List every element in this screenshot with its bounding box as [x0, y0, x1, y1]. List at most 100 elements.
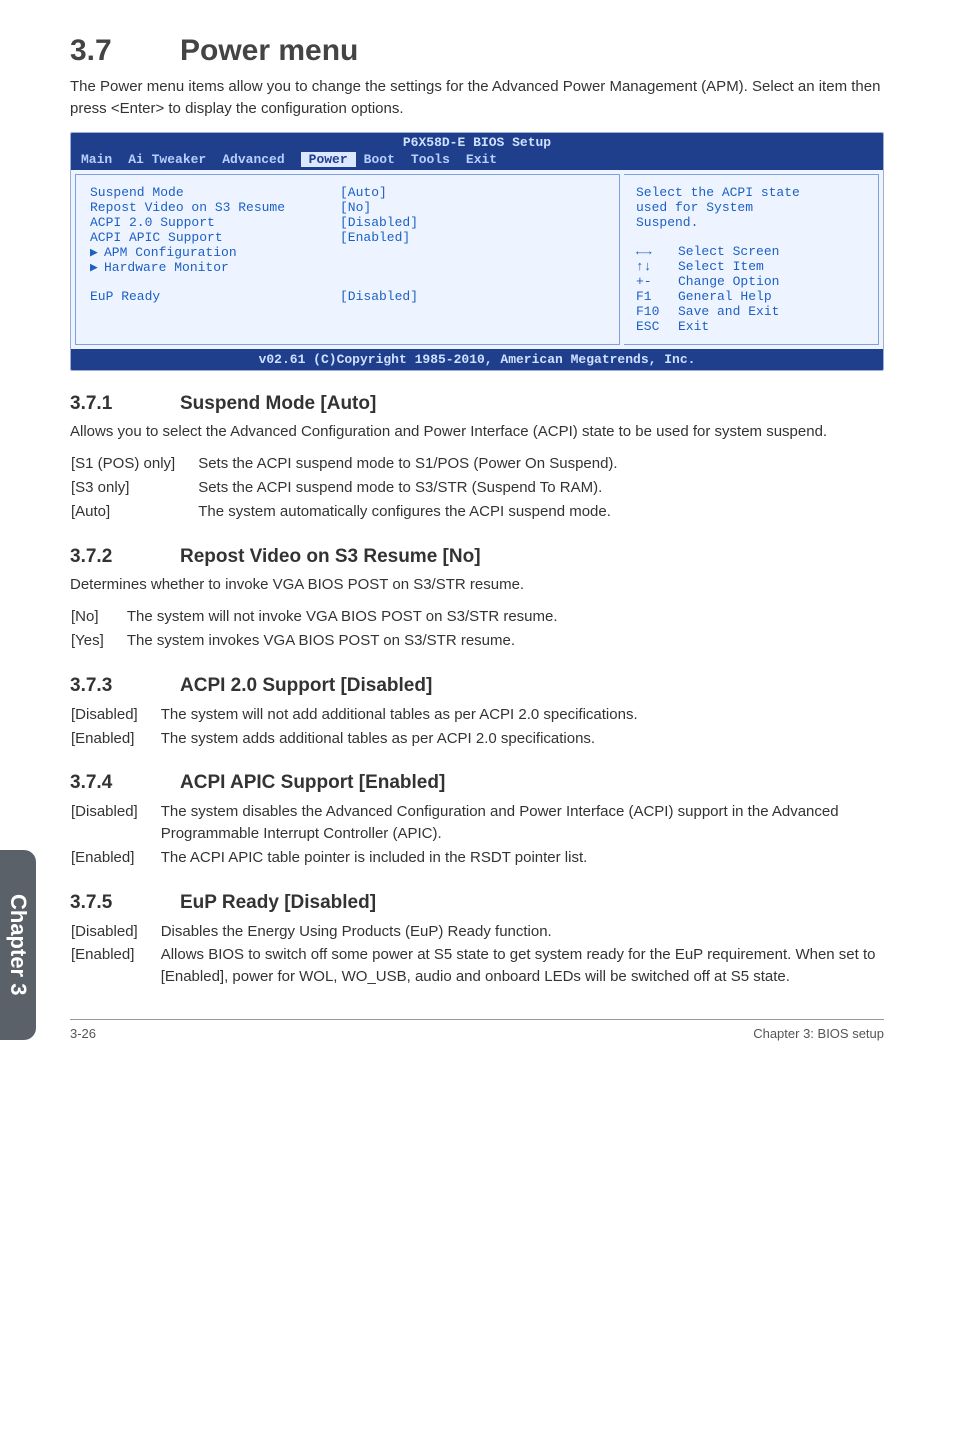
option-row: [No]The system will not invoke VGA BIOS …: [70, 605, 559, 629]
page-number: 3-26: [70, 1026, 96, 1041]
option-text: The system disables the Advanced Configu…: [160, 800, 884, 846]
triangle-right-icon: ▶: [90, 245, 104, 260]
key-symbol: F1: [636, 289, 678, 304]
bios-help-line: Suspend.: [636, 215, 866, 230]
bios-tab-exit[interactable]: Exit: [466, 152, 513, 167]
subsection-title: ACPI 2.0 Support [Disabled]: [180, 675, 432, 697]
subsection-title: Suspend Mode [Auto]: [180, 393, 376, 415]
bios-tab-power[interactable]: Power: [301, 152, 356, 167]
subsection-heading: 3.7.1 Suspend Mode [Auto]: [70, 393, 884, 415]
option-row: [S3 only]Sets the ACPI suspend mode to S…: [70, 476, 619, 500]
bios-tab-boot[interactable]: Boot: [364, 152, 411, 167]
options-table: [No]The system will not invoke VGA BIOS …: [70, 605, 559, 653]
bios-item-value: [Disabled]: [340, 289, 418, 304]
page-footer-title: Chapter 3: BIOS setup: [753, 1026, 884, 1041]
option-text: The system invokes VGA BIOS POST on S3/S…: [126, 629, 559, 653]
option-key: [S3 only]: [70, 476, 197, 500]
bios-item-acpi20[interactable]: ACPI 2.0 Support [Disabled]: [90, 215, 605, 230]
page-footer: 3-26 Chapter 3: BIOS setup: [70, 1019, 884, 1041]
subsection-heading: 3.7.4 ACPI APIC Support [Enabled]: [70, 772, 884, 794]
key-symbol: F10: [636, 304, 678, 319]
option-row: [Enabled]The ACPI APIC table pointer is …: [70, 846, 884, 870]
option-key: [Disabled]: [70, 703, 160, 727]
option-key: [Yes]: [70, 629, 126, 653]
subsection-title: ACPI APIC Support [Enabled]: [180, 772, 445, 794]
section-title: Power menu: [180, 34, 358, 68]
key-symbol: ESC: [636, 319, 678, 334]
option-text: Allows BIOS to switch off some power at …: [160, 943, 884, 989]
option-row: [Yes]The system invokes VGA BIOS POST on…: [70, 629, 559, 653]
bios-tab-ai[interactable]: Ai Tweaker: [128, 152, 222, 167]
bios-item-repost[interactable]: Repost Video on S3 Resume [No]: [90, 200, 605, 215]
options-table: [S1 (POS) only]Sets the ACPI suspend mod…: [70, 452, 619, 523]
option-key: [No]: [70, 605, 126, 629]
key-symbol: ←→: [636, 244, 678, 259]
option-key: [Disabled]: [70, 920, 160, 944]
bios-key-legend: ←→Select Screen ↑↓Select Item +-Change O…: [636, 244, 866, 334]
subsection-number: 3.7.4: [70, 772, 180, 794]
bios-left-pane: Suspend Mode [Auto] Repost Video on S3 R…: [75, 174, 620, 345]
option-text: The system will not invoke VGA BIOS POST…: [126, 605, 559, 629]
subsection-para: Determines whether to invoke VGA BIOS PO…: [70, 574, 884, 596]
bios-item-value: [Disabled]: [340, 215, 418, 230]
bios-item-label: Suspend Mode: [90, 185, 340, 200]
key-symbol: +-: [636, 274, 678, 289]
bios-help-line: used for System: [636, 200, 866, 215]
key-desc: Save and Exit: [678, 304, 779, 319]
bios-item-apm[interactable]: ▶APM Configuration: [90, 245, 605, 260]
option-key: [Auto]: [70, 500, 197, 524]
bios-item-apic[interactable]: ACPI APIC Support [Enabled]: [90, 230, 605, 245]
option-row: [Enabled]The system adds additional tabl…: [70, 727, 639, 751]
bios-item-label: ACPI APIC Support: [90, 230, 340, 245]
subsection-heading: 3.7.2 Repost Video on S3 Resume [No]: [70, 546, 884, 568]
bios-item-label: Repost Video on S3 Resume: [90, 200, 340, 215]
bios-item-value: [Enabled]: [340, 230, 410, 245]
subsection-title: Repost Video on S3 Resume [No]: [180, 546, 481, 568]
key-desc: General Help: [678, 289, 772, 304]
option-row: [Disabled]The system will not add additi…: [70, 703, 639, 727]
option-text: The system automatically configures the …: [197, 500, 618, 524]
section-heading: 3.7 Power menu: [70, 34, 884, 68]
option-text: Disables the Energy Using Products (EuP)…: [160, 920, 884, 944]
options-table: [Disabled]Disables the Energy Using Prod…: [70, 920, 884, 989]
option-text: The system will not add additional table…: [160, 703, 639, 727]
subsection-number: 3.7.1: [70, 393, 180, 415]
bios-item-label: EuP Ready: [90, 289, 340, 304]
bios-item-label: ACPI 2.0 Support: [90, 215, 340, 230]
bios-tab-main[interactable]: Main: [81, 152, 128, 167]
bios-item-value: [No]: [340, 200, 371, 215]
option-row: [Enabled]Allows BIOS to switch off some …: [70, 943, 884, 989]
option-text: Sets the ACPI suspend mode to S1/POS (Po…: [197, 452, 618, 476]
subsection-number: 3.7.2: [70, 546, 180, 568]
key-desc: Select Item: [678, 259, 764, 274]
bios-item-value: [Auto]: [340, 185, 387, 200]
option-key: [Enabled]: [70, 846, 160, 870]
bios-menubar: Main Ai Tweaker Advanced Power Boot Tool…: [71, 152, 883, 170]
triangle-right-icon: ▶: [90, 260, 104, 275]
bios-item-eup[interactable]: EuP Ready [Disabled]: [90, 289, 605, 304]
option-text: The ACPI APIC table pointer is included …: [160, 846, 884, 870]
option-key: [Disabled]: [70, 800, 160, 846]
bios-tab-advanced[interactable]: Advanced: [222, 152, 300, 167]
options-table: [Disabled]The system will not add additi…: [70, 703, 639, 751]
option-key: [Enabled]: [70, 943, 160, 989]
subsection-heading: 3.7.3 ACPI 2.0 Support [Disabled]: [70, 675, 884, 697]
key-symbol: ↑↓: [636, 259, 678, 274]
bios-item-label: APM Configuration: [104, 245, 237, 260]
bios-title: P6X58D-E BIOS Setup: [71, 133, 883, 152]
option-row: [S1 (POS) only]Sets the ACPI suspend mod…: [70, 452, 619, 476]
key-desc: Select Screen: [678, 244, 779, 259]
bios-tab-tools[interactable]: Tools: [411, 152, 466, 167]
option-text: The system adds additional tables as per…: [160, 727, 639, 751]
subsection-number: 3.7.5: [70, 892, 180, 914]
section-number: 3.7: [70, 34, 180, 68]
option-key: [S1 (POS) only]: [70, 452, 197, 476]
key-desc: Change Option: [678, 274, 779, 289]
bios-item-suspend[interactable]: Suspend Mode [Auto]: [90, 185, 605, 200]
bios-help-pane: Select the ACPI state used for System Su…: [624, 174, 879, 345]
bios-item-hw[interactable]: ▶Hardware Monitor: [90, 260, 605, 275]
bios-help-text: Select the ACPI state used for System Su…: [636, 185, 866, 230]
bios-copyright: v02.61 (C)Copyright 1985-2010, American …: [71, 349, 883, 370]
option-row: [Disabled]The system disables the Advanc…: [70, 800, 884, 846]
options-table: [Disabled]The system disables the Advanc…: [70, 800, 884, 869]
